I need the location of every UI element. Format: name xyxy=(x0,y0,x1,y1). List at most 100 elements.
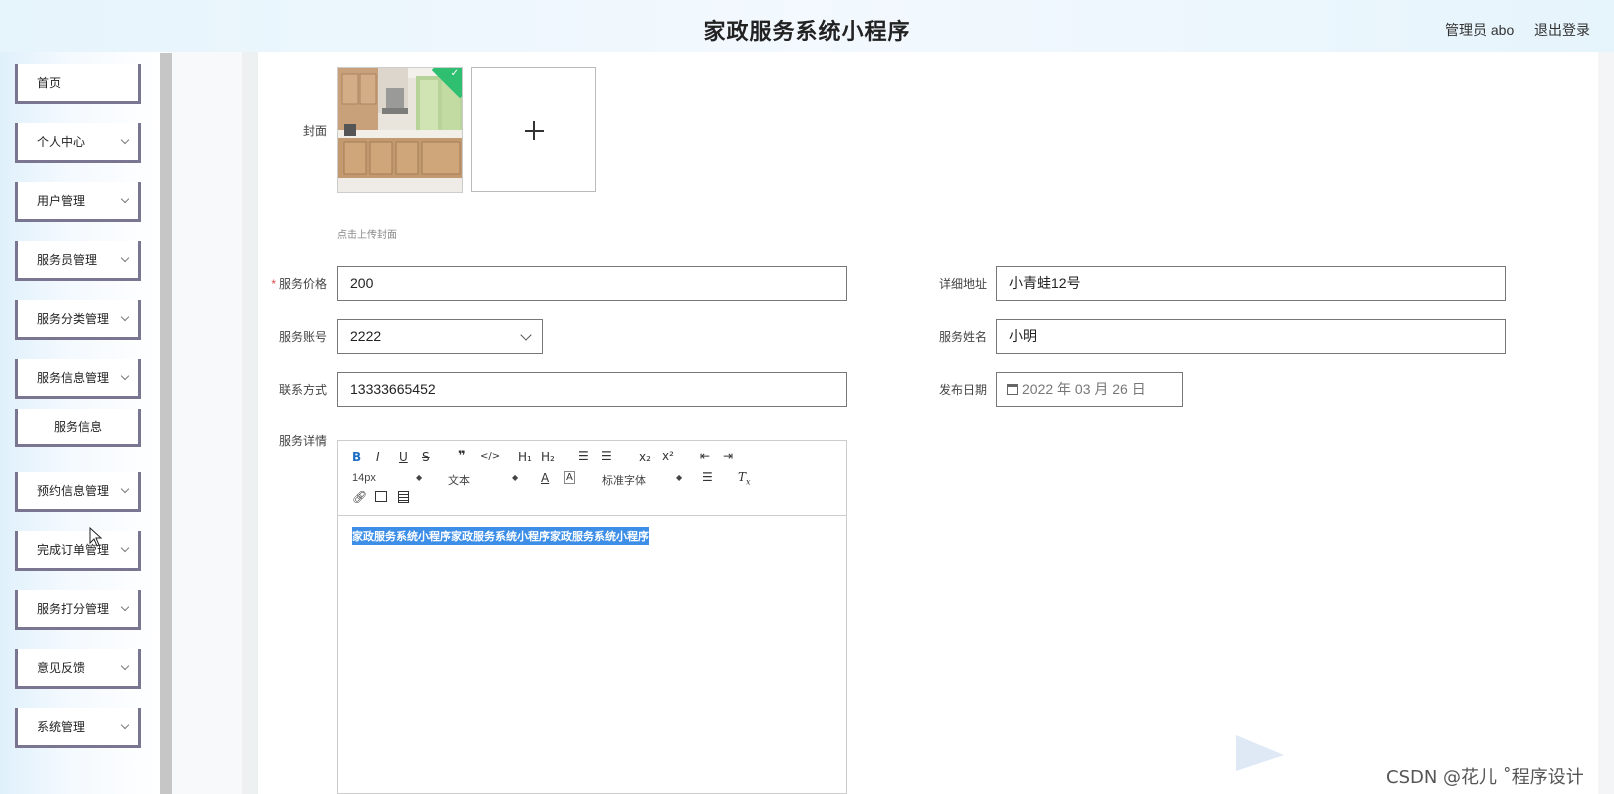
chevron-down-icon xyxy=(120,371,130,381)
sidebar-item-label: 服务分类管理 xyxy=(37,312,110,326)
sidebar-item-booking-management[interactable]: 预约信息管理 xyxy=(15,472,141,512)
sidebar-item-label: 预约信息管理 xyxy=(37,484,110,498)
account-label: 服务账号 xyxy=(278,330,327,344)
indent-icon[interactable]: ⇥ xyxy=(723,449,733,463)
image-icon[interactable] xyxy=(375,491,387,502)
sidebar-item-personal-center[interactable]: 个人中心 xyxy=(15,123,141,163)
strikethrough-icon[interactable]: S xyxy=(422,450,430,464)
chevron-down-icon xyxy=(120,484,130,494)
sidebar-item-label: 用户管理 xyxy=(37,194,86,208)
sidebar-subitem-service-info[interactable]: 服务信息 xyxy=(15,409,141,447)
address-label: 详细地址 xyxy=(938,277,987,291)
sidebar-scrollbar[interactable] xyxy=(160,53,172,794)
sidebar-item-label: 服务信息管理 xyxy=(37,371,110,385)
sidebar-item-home[interactable]: 首页 xyxy=(15,64,141,104)
editor-selected-text[interactable]: 家政服务系统小程序家政服务系统小程序家政服务系统小程序 xyxy=(352,527,649,545)
bold-icon[interactable]: B xyxy=(352,450,361,464)
select-arrows-icon: ◆ xyxy=(512,473,519,482)
sidebar-item-label: 意见反馈 xyxy=(37,661,86,675)
check-icon: ✓ xyxy=(450,68,459,79)
chevron-down-icon xyxy=(120,253,130,263)
sidebar-item-label: 个人中心 xyxy=(37,135,86,149)
service-detail-label: 服务详情 xyxy=(278,434,327,448)
publish-date-picker[interactable]: 2022 年 03 月 26 日 xyxy=(996,372,1183,407)
sidebar-item-label: 服务打分管理 xyxy=(37,602,110,616)
select-arrows-icon: ◆ xyxy=(416,473,423,482)
cover-label: 封面 xyxy=(302,124,327,138)
top-header: 家政服务系统小程序 管理员 abo 退出登录 xyxy=(0,0,1614,52)
video-icon[interactable] xyxy=(398,491,409,503)
align-icon[interactable]: ☰ xyxy=(702,470,713,484)
kitchen-photo xyxy=(338,68,462,192)
contact-label: 联系方式 xyxy=(278,383,327,397)
service-name-input[interactable]: 小明 xyxy=(996,319,1506,354)
heading2-icon[interactable]: H₂ xyxy=(541,450,555,464)
upload-cover-button[interactable] xyxy=(471,67,596,192)
watermark-logo-icon xyxy=(1236,735,1284,771)
chevron-down-icon xyxy=(120,720,130,730)
sidebar-item-staff-management[interactable]: 服务员管理 xyxy=(15,241,141,281)
contact-input[interactable]: 13333665452 xyxy=(337,372,847,407)
outdent-icon[interactable]: ⇤ xyxy=(700,449,710,463)
sidebar-subitem-label: 服务信息 xyxy=(53,420,102,434)
code-block-icon[interactable]: </> xyxy=(480,451,500,462)
mouse-cursor-icon xyxy=(89,527,103,547)
sidebar-item-feedback[interactable]: 意见反馈 xyxy=(15,649,141,689)
font-family-value: 标准字体 xyxy=(602,475,646,487)
publish-date-value: 2022 年 03 月 26 日 xyxy=(1022,381,1146,397)
subscript-icon[interactable]: x₂ xyxy=(639,450,651,464)
font-size-select[interactable]: 14px ◆ xyxy=(352,472,422,484)
rich-text-editor[interactable]: B I U S ❞ </> H₁ H₂ ☰ ☰ x₂ x² ⇤ ⇥ 14px ◆… xyxy=(337,440,847,794)
superscript-icon[interactable]: x² xyxy=(662,449,674,463)
italic-icon[interactable]: I xyxy=(376,450,380,464)
watermark-text: CSDN @花儿 ˚程序设计 xyxy=(1386,767,1584,788)
sidebar-item-category-management[interactable]: 服务分类管理 xyxy=(15,300,141,340)
cover-image[interactable]: ✓ xyxy=(337,67,463,193)
cover-upload-hint: 点击上传封面 xyxy=(337,230,397,241)
chevron-down-icon xyxy=(120,661,130,671)
chevron-down-icon xyxy=(120,312,130,322)
underline-icon[interactable]: U xyxy=(399,450,408,464)
required-asterisk: * xyxy=(271,277,276,291)
publish-date-label: 发布日期 xyxy=(938,383,987,397)
address-input[interactable]: 小青蛙12号 xyxy=(996,266,1506,301)
heading1-icon[interactable]: H₁ xyxy=(518,450,532,464)
font-color-icon[interactable]: A xyxy=(541,471,549,485)
price-input[interactable]: 200 xyxy=(337,266,847,301)
app-title: 家政服务系统小程序 xyxy=(703,20,911,45)
logout-link[interactable]: 退出登录 xyxy=(1534,20,1590,40)
plus-icon-vertical xyxy=(533,121,535,140)
ordered-list-icon[interactable]: ☰ xyxy=(578,449,589,463)
content-right-edge xyxy=(1598,52,1614,794)
content-gutter-inner xyxy=(242,52,258,794)
sidebar-item-service-info-management[interactable]: 服务信息管理 xyxy=(15,359,141,399)
chevron-down-icon xyxy=(120,194,130,204)
account-select-value: 2222 xyxy=(350,328,382,344)
admin-username: 管理员 abo xyxy=(1445,22,1515,38)
sidebar-item-label: 首页 xyxy=(37,76,62,90)
sidebar-item-system-management[interactable]: 系统管理 xyxy=(15,708,141,748)
service-name-label: 服务姓名 xyxy=(938,330,987,344)
select-arrows-icon: ◆ xyxy=(676,473,683,482)
chevron-down-icon xyxy=(120,602,130,612)
chevron-down-icon xyxy=(120,543,130,553)
link-icon[interactable]: 🔗︎ xyxy=(352,490,367,504)
calendar-icon xyxy=(1007,384,1018,395)
background-color-icon[interactable]: A xyxy=(564,471,575,484)
sidebar-item-label: 系统管理 xyxy=(37,720,86,734)
chevron-down-icon xyxy=(520,329,532,341)
sidebar-item-completed-orders[interactable]: 完成订单管理 xyxy=(15,531,141,571)
font-size-value: 14px xyxy=(352,472,376,484)
sidebar-item-user-management[interactable]: 用户管理 xyxy=(15,182,141,222)
header-type-value: 文本 xyxy=(448,475,470,487)
price-label: * 服务价格 xyxy=(262,275,327,292)
sidebar-item-label: 服务员管理 xyxy=(37,253,98,267)
blockquote-icon[interactable]: ❞ xyxy=(458,449,466,464)
font-family-select[interactable]: 标准字体 ◆ xyxy=(602,472,682,488)
sidebar-item-rating-management[interactable]: 服务打分管理 xyxy=(15,590,141,630)
bullet-list-icon[interactable]: ☰ xyxy=(601,449,612,463)
chevron-down-icon xyxy=(120,135,130,145)
header-type-select[interactable]: 文本 ◆ xyxy=(448,472,518,488)
account-select[interactable]: 2222 xyxy=(337,319,543,354)
clear-format-icon[interactable]: Tx xyxy=(738,470,751,486)
